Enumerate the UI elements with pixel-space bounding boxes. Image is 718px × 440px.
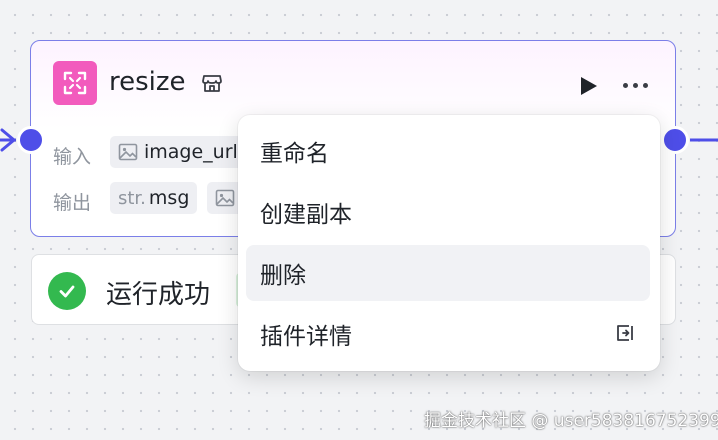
output-port[interactable] (661, 126, 689, 154)
menu-item-plugin-details[interactable]: 插件详情 (246, 306, 650, 362)
external-link-icon (617, 325, 633, 341)
more-options-icon[interactable] (623, 83, 655, 91)
input-param-name: image_url (144, 141, 238, 163)
menu-item-label: 重命名 (260, 141, 329, 167)
menu-item-delete[interactable]: 删除 (246, 245, 650, 301)
output-param-tag: str. msg (110, 182, 198, 214)
context-menu: 重命名 创建副本 删除 插件详情 (238, 115, 660, 371)
resize-icon (53, 61, 97, 105)
input-port[interactable] (17, 126, 45, 154)
menu-item-label: 插件详情 (260, 324, 352, 350)
node-title: resize (109, 67, 186, 97)
output-type: str. (118, 187, 146, 209)
menu-item-duplicate[interactable]: 创建副本 (246, 184, 650, 240)
image-icon (215, 189, 235, 207)
output-edge-line (690, 138, 718, 142)
success-check-icon (48, 272, 86, 310)
menu-item-label: 删除 (260, 263, 306, 289)
menu-item-rename[interactable]: 重命名 (246, 123, 650, 179)
image-icon (118, 143, 138, 161)
watermark: 掘金技术社区 @ user5838167523996 (424, 411, 718, 431)
play-icon[interactable] (577, 75, 599, 97)
output-label: 输出 (53, 192, 92, 214)
output-param-name: msg (148, 187, 190, 209)
menu-item-label: 创建副本 (260, 202, 352, 228)
input-label: 输入 (53, 146, 92, 168)
status-text: 运行成功 (106, 280, 211, 310)
store-icon (202, 75, 222, 92)
input-param-tag: image_url (110, 136, 250, 168)
